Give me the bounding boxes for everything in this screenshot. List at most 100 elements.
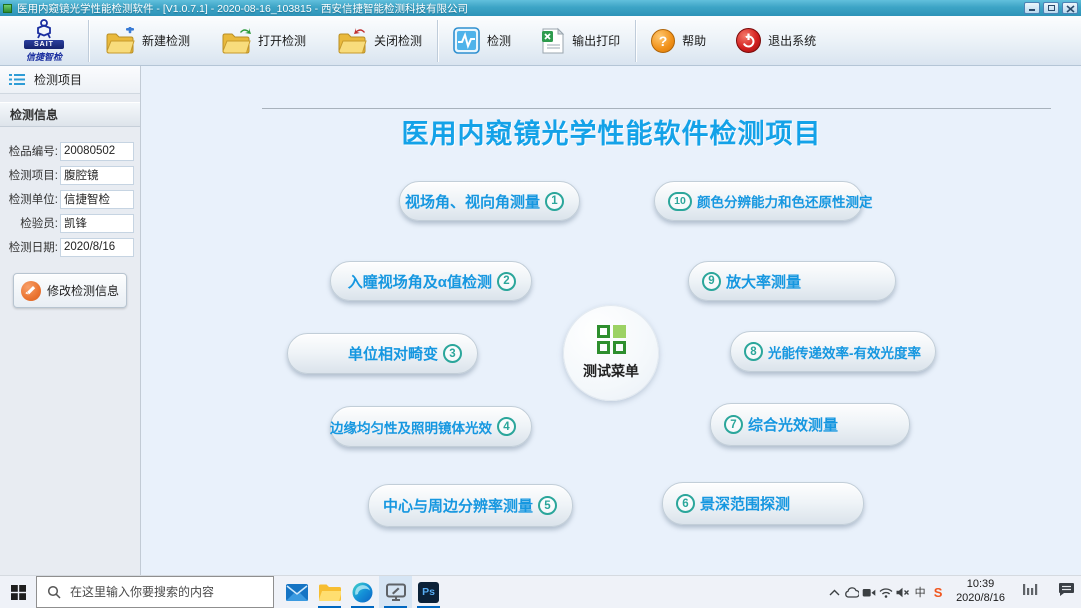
inspection-item-input[interactable] [60,166,134,185]
output-print-button[interactable]: 输出打印 [526,16,635,65]
power-icon [736,28,761,53]
inspector-row: 检验员: [0,213,140,233]
button-label: 颜色分辨能力和色还原性测定 [697,191,873,211]
open-folder-icon [220,27,251,55]
button-number-circle: 9 [702,272,721,291]
meter-indicator-icon[interactable] [1022,583,1040,601]
edge-browser-button[interactable] [346,576,379,608]
tool-label: 输出打印 [572,32,620,49]
logo-emblem-icon [31,19,57,39]
sample-number-input[interactable] [60,142,134,161]
button-number-circle: 2 [497,272,516,291]
button-number-circle: 4 [497,417,516,436]
open-inspection-button[interactable]: 打开检测 [205,16,321,65]
test-button-8-light-transfer-efficiency[interactable]: 8 光能传递效率-有效光度率 [730,331,936,372]
volume-muted-icon[interactable] [894,587,911,598]
wifi-icon[interactable] [877,587,894,598]
test-button-7-comprehensive-light-efficiency[interactable]: 7 综合光效测量 [710,403,910,446]
main-toolbar: SAIT 信捷智检 新建检测 打开检测 关闭检测 [0,16,1081,66]
button-label: 光能传递效率-有效光度率 [768,342,921,362]
sidebar: 检测项目 检测信息 检品编号: 检测项目: 检测单位: 检验员: 检测日期: [0,66,141,575]
field-label: 检验员: [0,215,60,231]
button-label: 综合光效测量 [748,414,838,435]
test-menu-center-button[interactable]: 测试菜单 [563,305,659,401]
close-inspection-button[interactable]: 关闭检测 [321,16,437,65]
button-label: 入瞳视场角及α值检测 [348,271,492,292]
test-button-6-depth-of-field[interactable]: 6 景深范围探测 [662,482,864,525]
search-input[interactable] [70,585,263,599]
test-button-5-resolution[interactable]: 中心与周边分辨率测量 5 [368,484,573,527]
mail-app-button[interactable] [280,576,313,608]
title-divider [262,108,1051,109]
inspection-unit-row: 检测单位: [0,189,140,209]
taskbar-search[interactable] [36,576,274,608]
button-number-circle: 6 [676,494,695,513]
taskbar-apps: Ps [280,576,445,608]
file-explorer-icon [318,583,341,602]
help-question-icon: ? [651,29,675,53]
notification-center-icon[interactable] [1058,582,1075,602]
window-titlebar: 医用内窥镜光学性能检测软件 - [V1.0.7.1] - 2020-08-16_… [0,0,1081,16]
sogou-input-icon[interactable]: S [929,585,947,600]
app-icon [3,4,12,13]
grid-menu-icon [597,325,626,354]
mail-icon [286,584,308,601]
minimize-icon [1029,9,1035,11]
logo-banner: SAIT [24,40,64,49]
sample-number-row: 检品编号: [0,141,140,161]
test-button-1-field-of-view[interactable]: 视场角、视向角测量 1 [399,181,580,221]
start-button[interactable] [0,576,36,608]
button-number-circle: 1 [545,192,564,211]
field-label: 检品编号: [0,143,60,159]
maximize-icon [1048,5,1055,11]
close-button[interactable] [1062,2,1078,14]
camera-device-icon[interactable] [860,587,877,598]
minimize-button[interactable] [1024,2,1040,14]
test-button-4-edge-uniformity[interactable]: 边缘均匀性及照明镜体光效 4 [330,406,532,447]
button-label: 单位相对畸变 [348,343,438,364]
test-button-3-relative-distortion[interactable]: 单位相对畸变 3 [287,333,478,374]
test-button-2-entrance-pupil[interactable]: 入瞳视场角及α值检测 2 [330,261,532,301]
main-content: 医用内窥镜光学性能软件检测项目 视场角、视向角测量 1 入瞳视场角及α值检测 2… [142,66,1081,575]
onedrive-cloud-icon[interactable] [843,587,860,598]
field-label: 检测单位: [0,191,60,207]
field-label: 检测日期: [0,239,60,255]
button-label: 放大率测量 [726,271,801,292]
edit-button-label: 修改检测信息 [47,282,119,299]
inspection-date-row: 检测日期: [0,237,140,257]
screen-app-icon [386,583,406,601]
taskbar-clock[interactable]: 10:39 2020/8/16 [947,578,1014,606]
button-number-circle: 7 [724,415,743,434]
test-button-9-magnification[interactable]: 9 放大率测量 [688,261,896,301]
sidebar-header-inspection-items[interactable]: 检测项目 [0,66,140,94]
run-inspection-button[interactable]: 检测 [438,16,526,65]
test-button-10-color-resolution[interactable]: 10 颜色分辨能力和色还原性测定 [654,181,863,221]
button-label: 中心与周边分辨率测量 [383,495,533,516]
close-icon [1066,5,1075,13]
active-app-button[interactable] [379,576,412,608]
exit-system-button[interactable]: 退出系统 [721,16,831,65]
maximize-button[interactable] [1043,2,1059,14]
list-menu-icon [9,73,25,86]
photoshop-button[interactable]: Ps [412,576,445,608]
new-inspection-button[interactable]: 新建检测 [89,16,205,65]
field-label: 检测项目: [0,167,60,183]
help-button[interactable]: ? 帮助 [636,16,721,65]
button-number-circle: 10 [668,192,692,211]
inspector-input[interactable] [60,214,134,233]
window-controls [1024,2,1078,14]
logo-caption: 信捷智检 [26,50,62,63]
edit-inspection-info-button[interactable]: 修改检测信息 [13,273,127,308]
excel-doc-icon [541,27,565,55]
ime-language-indicator[interactable]: 中 [911,584,929,600]
monitor-wave-icon [453,27,480,54]
file-explorer-button[interactable] [313,576,346,608]
tray-expand-chevron[interactable] [826,589,843,596]
button-label: 边缘均匀性及照明镜体光效 [330,417,492,437]
inspection-unit-input[interactable] [60,190,134,209]
inspection-date-input[interactable] [60,238,134,257]
center-menu-label: 测试菜单 [583,361,639,381]
photoshop-icon: Ps [418,582,439,603]
edit-pencil-icon [21,281,41,301]
page-title: 医用内窥镜光学性能软件检测项目 [142,112,1081,151]
